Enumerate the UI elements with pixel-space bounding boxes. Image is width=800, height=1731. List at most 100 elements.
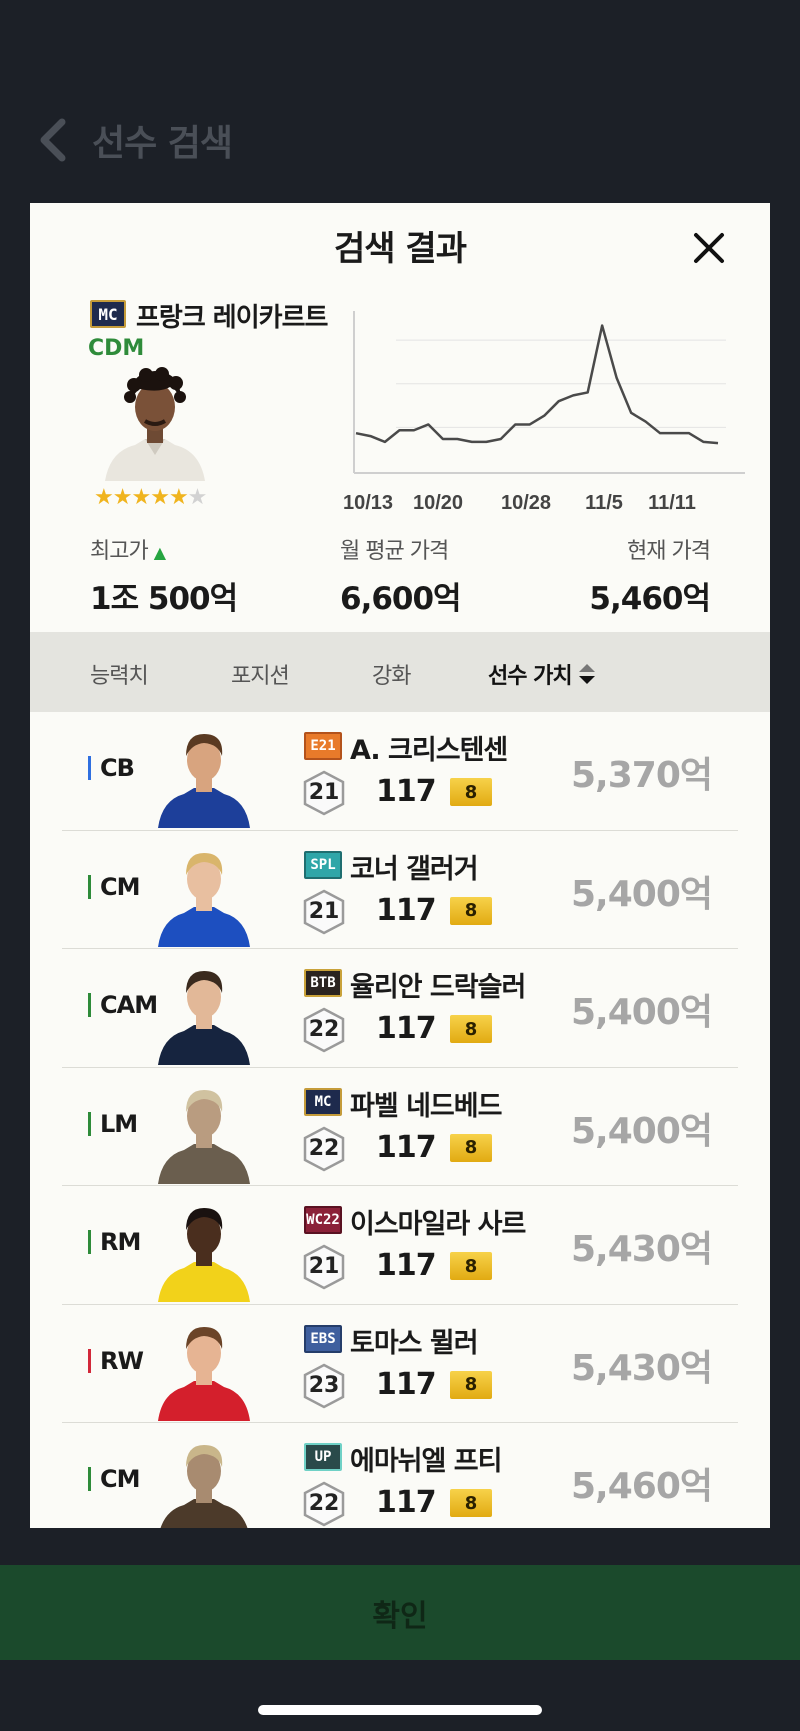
player-position: CB	[100, 754, 135, 782]
season-badge: MC	[304, 1087, 342, 1116]
player-level: 22	[308, 1491, 340, 1516]
player-photo	[150, 1082, 258, 1184]
level-hexagon-icon: 23	[302, 1363, 346, 1409]
player-position: RW	[100, 1346, 144, 1375]
player-position: CAM	[100, 991, 158, 1019]
chart-x-tick-label: 11/5	[585, 492, 623, 514]
confirm-label: 확인	[372, 1598, 428, 1634]
tab-player-value-label: 선수 가치	[488, 664, 573, 689]
player-name: 토마스 뮐러	[350, 1327, 479, 1359]
player-photo	[150, 845, 258, 947]
position-color-bar	[88, 1111, 91, 1136]
search-result-modal: 검색 결과 MC 프랑크 레이카르트 CDM ★★★★★★ 10/13 10/20…	[30, 203, 770, 1528]
player-name: 에마뉘엘 프티	[350, 1446, 502, 1477]
player-photo	[150, 726, 258, 828]
player-row[interactable]: LM MC 파벨 네드베드 22 117 8 5,400억	[62, 1068, 738, 1186]
modal-title: 검색 결과	[334, 229, 467, 269]
chart-price-line	[355, 324, 719, 445]
background-title: 선수 검색	[92, 123, 233, 164]
position-color-bar	[88, 1348, 91, 1373]
chart-x-tick-label: 10/20	[413, 492, 463, 514]
tab-upgrade[interactable]: 강화	[372, 658, 411, 690]
chart-x-tick-label: 10/13	[343, 492, 393, 514]
season-badge: E21	[304, 732, 342, 760]
tab-position[interactable]: 포지션	[231, 658, 290, 690]
player-row[interactable]: CM SPL 코너 갤러거 21 117 8 5,400억	[62, 831, 738, 949]
player-level: 21	[308, 898, 340, 924]
close-button[interactable]	[684, 223, 734, 273]
stat-highest-value: 1조 500억	[90, 581, 238, 617]
player-position: LM	[100, 1109, 138, 1138]
player-name: 코너 갤러거	[350, 853, 479, 885]
player-list: CB E21 A. 크리스텐센 21 117 8 5,370억 CM SPL 코너 갤러거 21 11…	[30, 712, 770, 1528]
tab-stats[interactable]: 능력치	[90, 658, 149, 690]
close-icon	[694, 233, 724, 263]
level-hexagon-icon: 22	[302, 1007, 346, 1053]
upgrade-badge: 8	[450, 1252, 492, 1280]
season-badge: BTB	[304, 969, 342, 997]
player-overall: 117	[376, 1248, 437, 1283]
level-hexagon-icon: 22	[302, 1481, 346, 1527]
player-position: RM	[100, 1228, 141, 1256]
player-level: 23	[308, 1372, 340, 1398]
price-chart-svg: 10/13 10/20 10/28 11/5 11/11	[343, 311, 745, 514]
upgrade-badge: 8	[450, 1370, 492, 1399]
sort-tabs: 능력치 포지션 강화 선수 가치	[30, 632, 770, 712]
player-price: 5,400억	[571, 992, 713, 1033]
player-position: CM	[100, 872, 140, 901]
player-photo	[150, 963, 258, 1065]
player-row[interactable]: CB E21 A. 크리스텐센 21 117 8 5,370억	[62, 712, 738, 831]
upgrade-badge: 8	[450, 778, 492, 806]
player-name: 율리안 드락슬러	[350, 972, 526, 1003]
confirm-button[interactable]: 확인	[0, 1565, 800, 1660]
player-overall: 117	[376, 1485, 437, 1520]
star-empty-icon: ★	[187, 485, 208, 510]
season-badge: EBS	[304, 1324, 342, 1353]
player-row[interactable]: CAM BTB 율리안 드락슬러 22 117 8 5,400억	[62, 949, 738, 1068]
upgrade-badge: 8	[450, 1015, 492, 1043]
player-row[interactable]: CM UP 에마뉘엘 프티 22 117 8 5,460억	[62, 1423, 738, 1528]
position-color-bar	[88, 756, 91, 780]
background-header: 선수 검색	[0, 100, 800, 180]
player-level: 21	[308, 1254, 340, 1279]
player-overall: 117	[376, 892, 437, 928]
player-price: 5,370억	[571, 755, 713, 796]
position-color-bar	[88, 1467, 91, 1491]
player-price: 5,430억	[571, 1229, 713, 1270]
position-color-bar	[88, 993, 91, 1017]
star-rating: ★★★★★★	[94, 485, 208, 510]
player-row[interactable]: RM WC22 이스마일라 사르 21 117 8 5,430억	[62, 1186, 738, 1305]
price-up-icon: ▲	[153, 543, 166, 562]
upgrade-badge: 8	[450, 1489, 492, 1517]
stat-highest: 최고가 ▲ 1조 500억	[90, 533, 238, 618]
tab-player-value[interactable]: 선수 가치	[488, 658, 596, 691]
position-color-bar	[88, 874, 91, 899]
position-color-bar	[88, 1230, 91, 1254]
player-row[interactable]: RW EBS 토마스 뮐러 23 117 8 5,430억	[62, 1305, 738, 1423]
upgrade-badge: 8	[450, 896, 492, 925]
chart-x-tick-label: 10/28	[501, 492, 551, 514]
player-portrait	[100, 363, 210, 481]
stat-current-label: 현재 가격	[627, 539, 711, 564]
star-filled-icon: ★	[94, 485, 114, 510]
stat-current-value: 5,460억	[589, 581, 711, 617]
player-price: 5,400억	[571, 873, 713, 915]
player-level: 21	[308, 780, 340, 805]
level-hexagon-icon: 21	[302, 889, 346, 935]
home-indicator	[258, 1705, 542, 1715]
season-badge: WC22	[304, 1206, 342, 1234]
upgrade-badge: 8	[450, 1133, 492, 1162]
star-filled-icon: ★	[131, 485, 151, 510]
stat-current: 현재 가격 5,460억	[589, 533, 711, 618]
stat-monthly-average-label: 월 평균 가격	[340, 539, 449, 564]
sort-icon	[578, 663, 596, 691]
player-overall: 117	[376, 1129, 437, 1165]
stat-monthly-average: 월 평균 가격 6,600억	[340, 533, 462, 618]
player-price: 5,400억	[571, 1110, 713, 1152]
season-badge: SPL	[304, 850, 342, 879]
player-name: A. 크리스텐센	[350, 735, 508, 766]
player-name: 이스마일라 사르	[350, 1209, 526, 1240]
player-overall: 117	[376, 1366, 437, 1402]
back-chevron-icon[interactable]	[38, 110, 78, 170]
player-level: 22	[308, 1017, 340, 1042]
